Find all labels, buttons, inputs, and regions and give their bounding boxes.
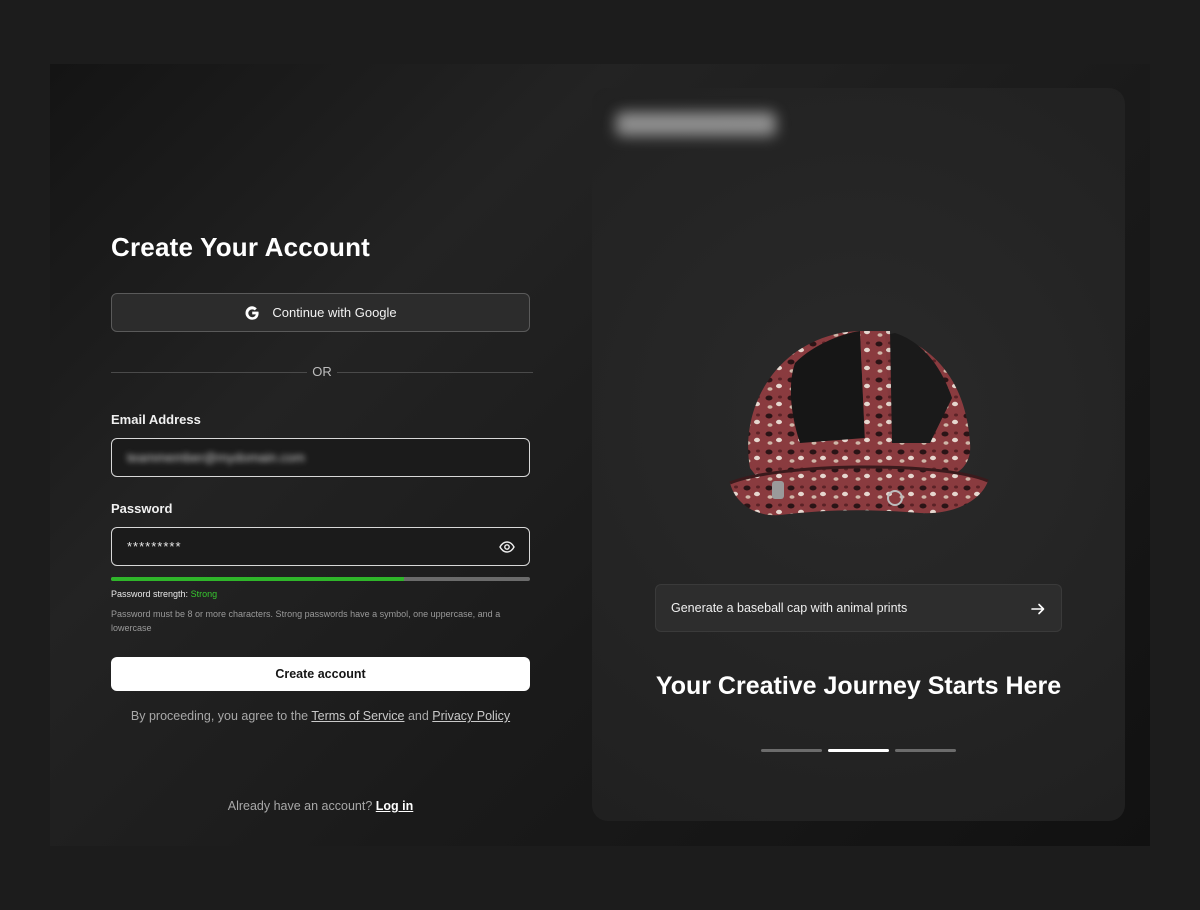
already-text: Already have an account? — [227, 799, 373, 813]
eye-icon[interactable] — [499, 540, 515, 554]
password-value: ********* — [127, 539, 182, 554]
google-button-label: Continue with Google — [272, 305, 397, 320]
password-field[interactable]: ********* — [111, 527, 530, 566]
signup-form: Create Your Account Continue with Google… — [111, 64, 533, 846]
carousel-dot-1[interactable] — [761, 749, 822, 752]
email-label: Email Address — [111, 412, 201, 427]
password-strength-bar — [111, 577, 530, 581]
strength-prefix: Password strength: — [111, 589, 189, 599]
arrow-right-icon[interactable] — [1030, 601, 1046, 617]
prompt-example-box[interactable]: Generate a baseball cap with animal prin… — [655, 584, 1062, 632]
login-prompt: Already have an account? Log in — [111, 799, 530, 813]
password-strength-fill — [111, 577, 405, 581]
or-divider: OR — [111, 364, 533, 380]
terms-and: and — [407, 709, 429, 723]
prompt-text: Generate a baseball cap with animal prin… — [671, 601, 908, 615]
brand-logo — [616, 112, 776, 136]
password-strength-text: Password strength: Strong — [111, 589, 217, 599]
carousel-dot-3[interactable] — [895, 749, 956, 752]
login-link[interactable]: Log in — [376, 799, 414, 813]
baseball-cap-image — [729, 330, 989, 516]
email-field[interactable]: teammember@mydomain.com — [111, 438, 530, 477]
carousel-dot-2[interactable] — [828, 749, 889, 752]
carousel-indicators — [761, 749, 956, 752]
divider-line-right — [337, 372, 533, 373]
terms-notice: By proceeding, you agree to the Terms of… — [111, 709, 530, 723]
privacy-policy-link[interactable]: Privacy Policy — [432, 709, 510, 723]
create-account-button[interactable]: Create account — [111, 657, 530, 691]
terms-prefix: By proceeding, you agree to the — [130, 709, 309, 723]
showcase-panel: Generate a baseball cap with animal prin… — [592, 88, 1125, 821]
signup-page: Create Your Account Continue with Google… — [50, 64, 1150, 846]
google-icon — [244, 305, 260, 321]
google-signin-button[interactable]: Continue with Google — [111, 293, 530, 332]
password-hint: Password must be 8 or more characters. S… — [111, 609, 501, 633]
password-label: Password — [111, 501, 173, 516]
showcase-tagline: Your Creative Journey Starts Here — [655, 672, 1062, 700]
email-value: teammember@mydomain.com — [127, 450, 305, 465]
page-title: Create Your Account — [111, 232, 371, 262]
strength-value: Strong — [190, 589, 218, 599]
terms-of-service-link[interactable]: Terms of Service — [311, 709, 404, 723]
